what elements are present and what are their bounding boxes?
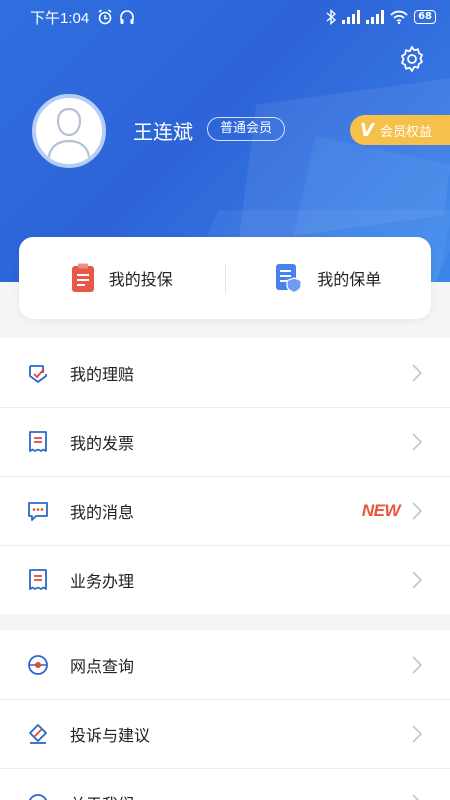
my-applications-button[interactable]: 我的投保 (19, 237, 225, 319)
user-silhouette-icon (47, 107, 91, 158)
new-badge: NEW (361, 500, 401, 520)
chevron-right-icon (412, 570, 422, 589)
member-level-badge: 普通会员 (207, 117, 286, 141)
menu-group-account: 我的理赔 我的发票 我的消息 NEW 业务办理 (0, 338, 450, 614)
claim-icon (29, 364, 47, 383)
menu-item-label: 我的消息 (70, 502, 135, 522)
menu-item-about[interactable]: 关于我们 (0, 768, 450, 800)
my-applications-label: 我的投保 (108, 270, 173, 289)
menu-item-label: 投诉与建议 (70, 725, 151, 745)
headset-icon (120, 10, 135, 24)
menu-item-label: 关于我们 (70, 791, 412, 800)
status-time: 下午1:04 (30, 9, 90, 27)
member-benefits-label: 会员权益 (379, 124, 432, 140)
message-icon (28, 501, 48, 521)
menu-group-service: 网点查询 投诉与建议 关于我们 (0, 630, 450, 800)
menu-item-business[interactable]: 业务办理 (0, 545, 450, 614)
quick-actions-card: 我的投保 我的保单 (19, 237, 431, 319)
vip-v-icon: V (360, 119, 374, 141)
menu-item-messages[interactable]: 我的消息 NEW (0, 476, 450, 545)
chevron-right-icon (412, 432, 422, 451)
chevron-right-icon (412, 655, 422, 674)
username: 王连斌 (133, 120, 193, 144)
business-icon (29, 568, 47, 590)
chevron-right-icon (412, 363, 422, 382)
my-policies-button[interactable]: 我的保单 (226, 237, 432, 319)
settings-button[interactable] (397, 44, 427, 74)
menu-item-label: 网点查询 (70, 656, 135, 676)
chevron-right-icon (412, 793, 420, 800)
wifi-icon (390, 10, 408, 24)
location-icon (28, 654, 48, 675)
menu-item-feedback[interactable]: 投诉与建议 (0, 699, 450, 768)
menu-item-invoices[interactable]: 我的发票 (0, 407, 450, 476)
signal2-icon (366, 10, 385, 24)
menu-item-label: 我的发票 (70, 433, 135, 453)
chevron-right-icon (412, 501, 422, 520)
menu-item-claims[interactable]: 我的理赔 (0, 338, 450, 407)
about-icon (28, 793, 48, 800)
menu-item-label: 业务办理 (70, 571, 135, 591)
signal-icon (342, 10, 361, 24)
battery-indicator: 68 (414, 10, 436, 24)
my-policies-label: 我的保单 (317, 270, 382, 289)
chevron-right-icon (412, 724, 422, 743)
menu-item-label: 我的理赔 (70, 364, 135, 384)
bluetooth-icon (326, 9, 337, 25)
menu-item-branch-search[interactable]: 网点查询 (0, 630, 450, 699)
clipboard-icon (71, 263, 94, 292)
policy-shield-icon (276, 264, 302, 293)
invoice-icon (29, 430, 47, 452)
gear-icon (401, 46, 423, 72)
avatar[interactable] (32, 94, 106, 168)
member-benefits-button[interactable]: V 会员权益 (350, 115, 450, 145)
alarm-icon (98, 9, 112, 25)
status-bar: 下午1:04 68 (0, 0, 450, 34)
feedback-icon (29, 723, 47, 744)
